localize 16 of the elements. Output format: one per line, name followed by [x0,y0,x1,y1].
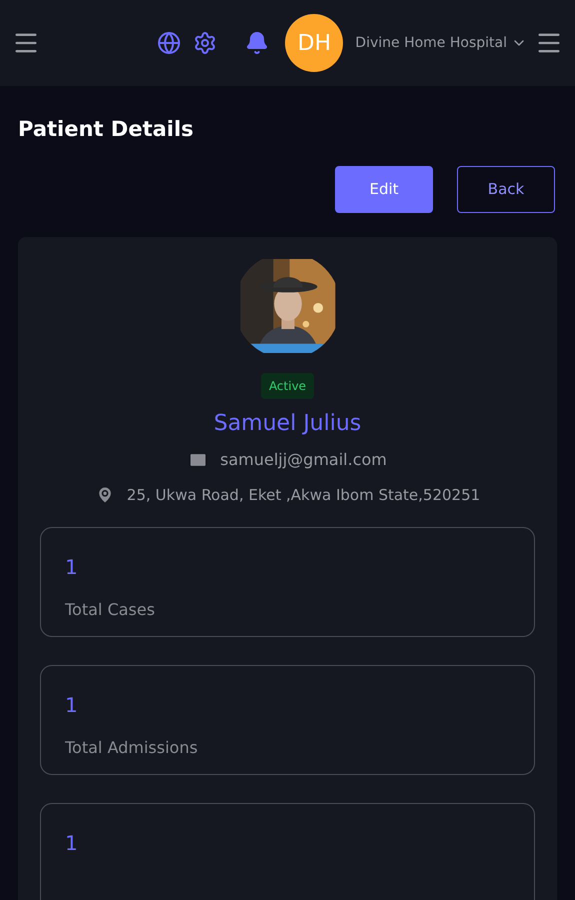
stat-value: 1 [65,554,79,580]
patient-address: 25, Ukwa Road, Eket ,Akwa Ibom State,520251 [126,485,480,506]
settings-icon[interactable] [193,31,218,55]
stat-label: Total Cases [65,598,156,620]
stat-label: Total Admissions [65,736,199,758]
bell-icon[interactable] [245,31,270,55]
status-badge: Active [260,373,314,399]
edit-button[interactable]: Edit [335,166,433,212]
hospital-dropdown[interactable]: Divine Home Hospital [355,32,527,54]
patient-name: Samuel Julius [214,410,362,438]
patient-email: samueljj@gmail.com [220,449,387,471]
globe-icon[interactable] [157,31,182,55]
stat-value: 1 [65,692,79,718]
back-button[interactable]: Back [457,166,555,212]
stat-value: 1 [65,830,79,856]
page-title: Patient Details [18,116,195,143]
